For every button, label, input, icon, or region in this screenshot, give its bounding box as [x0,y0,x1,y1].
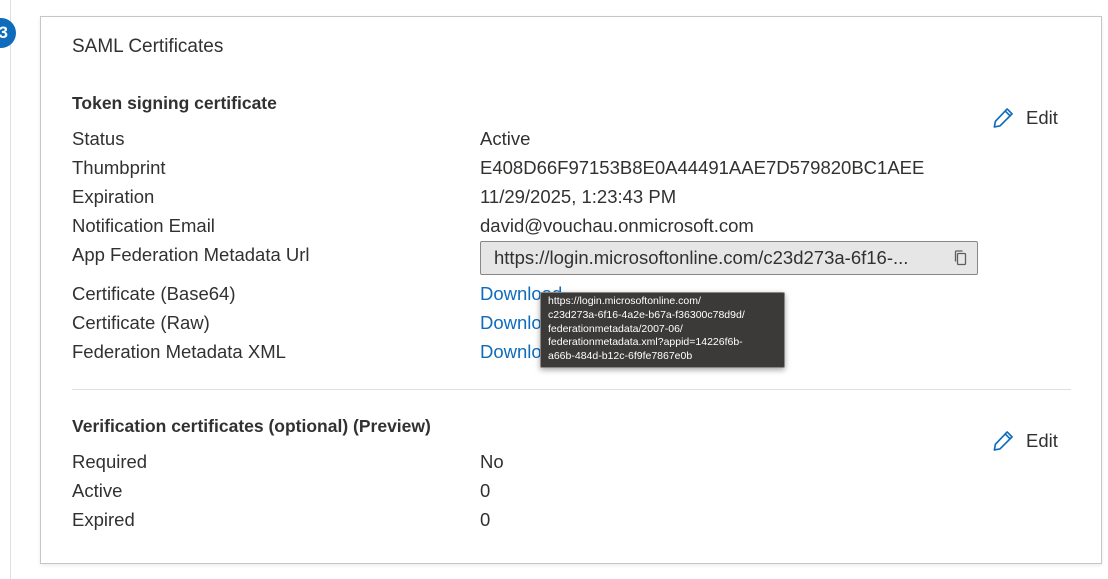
thumbprint-label: Thumbprint [72,157,166,178]
edit-label: Edit [1026,429,1058,451]
expired-value: 0 [480,509,491,530]
active-value: 0 [480,480,491,501]
step-rail [0,0,11,579]
metadata-url-tooltip: https://login.microsoftonline.com/ c23d2… [540,292,785,368]
verification-section-title: Verification certificates (optional) (Pr… [72,416,431,436]
tooltip-line: c23d273a-6f16-4a2e-b67a-f36300c78d9d/ [548,308,745,321]
status-value: Active [480,128,531,149]
tooltip-line: a66b-484d-b12c-6f9fe7867e0b [548,350,693,363]
metadata-url-label: App Federation Metadata Url [72,244,310,265]
tooltip-line: federationmetadata.xml?appid=14226f6b- [548,336,743,349]
card-title: SAML Certificates [72,36,224,57]
expired-label: Expired [72,509,135,530]
edit-label: Edit [1026,106,1058,128]
certificate-base64-label: Certificate (Base64) [72,283,236,304]
notification-email-value: david@vouchau.onmicrosoft.com [480,215,754,236]
expiration-value: 11/29/2025, 1:23:43 PM [480,186,677,207]
metadata-url-value[interactable]: https://login.microsoftonline.com/c23d27… [481,247,943,269]
notification-email-label: Notification Email [72,215,215,236]
active-label: Active [72,480,123,501]
verification-edit-button[interactable]: Edit [991,428,1058,453]
step-number-badge: 3 [0,18,16,48]
copy-icon[interactable] [943,242,977,274]
required-value: No [480,451,504,472]
status-label: Status [72,128,125,149]
metadata-url-field[interactable]: https://login.microsoftonline.com/c23d27… [480,241,978,275]
token-signing-section-title: Token signing certificate [72,93,277,113]
pencil-icon [991,428,1016,453]
pencil-icon [991,105,1016,130]
saml-certificates-card: SAML Certificates Token signing certific… [40,16,1102,564]
tooltip-line: https://login.microsoftonline.com/ [548,295,701,307]
tooltip-line: federationmetadata/2007-06/ [548,322,683,335]
thumbprint-value: E408D66F97153B8E0A44491AAE7D579820BC1AEE [480,157,925,178]
section-divider [72,389,1071,390]
token-signing-edit-button[interactable]: Edit [991,105,1058,130]
federation-metadata-xml-label: Federation Metadata XML [72,341,286,362]
required-label: Required [72,451,148,472]
expiration-label: Expiration [72,186,155,207]
certificate-raw-label: Certificate (Raw) [72,312,210,333]
